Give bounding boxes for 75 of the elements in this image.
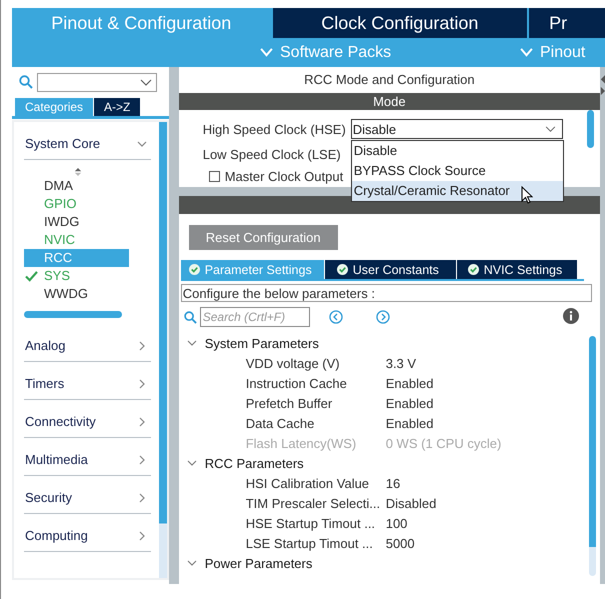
tree-group[interactable]: RCC Parameters: [180, 453, 582, 473]
tree-group[interactable]: Power Parameters: [180, 553, 582, 573]
hint-text: Configure the below parameters :: [180, 284, 592, 302]
category-item[interactable]: Multimedia: [24, 438, 151, 476]
chevron-icon: [136, 378, 147, 388]
chevron-down-icon: [260, 48, 273, 57]
parameter-name: TIM Prescaler Selecti...: [246, 496, 382, 510]
previous-icon[interactable]: [328, 310, 343, 324]
parameter-name: Instruction Cache: [246, 376, 348, 390]
section-header: Mode: [178, 93, 600, 110]
category-item[interactable]: Connectivity: [24, 400, 151, 438]
settings-tab[interactable]: User Constants: [324, 260, 456, 279]
peripheral-item[interactable]: IWDG: [24, 213, 129, 231]
parameter-value[interactable]: 100: [386, 516, 408, 530]
field-label: Low Speed Clock (LSE): [202, 146, 342, 162]
sort-icon: [74, 167, 82, 177]
parameter-name: Prefetch Buffer: [246, 396, 334, 410]
search-icon: [19, 75, 33, 89]
parameter-name: Flash Latency(WS): [246, 436, 358, 450]
parameter-name: LSE Startup Timout ...: [246, 536, 374, 550]
scrollbar[interactable]: [589, 336, 596, 576]
chevron-icon: [544, 126, 556, 132]
main-tab[interactable]: Clock Configuration: [272, 8, 528, 38]
parameter-value[interactable]: 3.3 V: [386, 356, 416, 370]
parameter-value[interactable]: Disabled: [386, 496, 436, 510]
parameter-value[interactable]: Enabled: [386, 416, 434, 430]
check-circle-icon: [468, 264, 479, 275]
parameter-name: HSE Startup Timout ...: [246, 516, 376, 530]
peripheral-item[interactable]: DMA: [24, 177, 129, 195]
chevron-down-icon: [520, 48, 533, 57]
parameter-name: Data Cache: [246, 416, 316, 430]
parameter-value[interactable]: 5000: [386, 536, 415, 550]
parameter-value[interactable]: Enabled: [386, 396, 434, 410]
dropdown-option[interactable]: BYPASS Clock Source: [352, 161, 563, 181]
check-circle-icon: [336, 264, 348, 275]
category-item[interactable]: Analog: [24, 324, 151, 362]
category-item[interactable]: Timers: [24, 362, 151, 400]
info-icon[interactable]: [562, 308, 579, 324]
dropdown-option[interactable]: Disable: [352, 141, 563, 161]
parameter-name: VDD voltage (V): [246, 356, 341, 370]
checkbox-label: Master Clock Output: [224, 169, 344, 184]
chevron-icon: [136, 138, 147, 148]
category-item[interactable]: System Core: [24, 122, 151, 160]
tree-group[interactable]: System Parameters: [180, 333, 582, 353]
settings-tab[interactable]: NVIC Settings: [456, 260, 577, 279]
category-item[interactable]: Security: [24, 476, 151, 514]
category-item[interactable]: Computing: [24, 514, 151, 552]
main-tab[interactable]: Pr: [529, 8, 605, 38]
checkbox[interactable]: [208, 171, 220, 182]
view-tab[interactable]: A->Z: [94, 98, 140, 116]
check-circle-icon: [188, 264, 200, 275]
splitter[interactable]: [168, 67, 179, 584]
peripheral-item[interactable]: WWDG: [24, 285, 129, 303]
chevron-icon: [136, 492, 147, 502]
search-icon: [184, 310, 197, 324]
chevron-icon: [186, 338, 197, 348]
chevron-icon: [136, 530, 147, 540]
panel-title: RCC Mode and Configuration: [178, 67, 600, 93]
chevron-icon: [186, 458, 197, 468]
next-icon[interactable]: [376, 310, 390, 324]
parameter-name: HSI Calibration Value: [246, 476, 370, 490]
search-combo[interactable]: [37, 72, 157, 92]
parameter-value[interactable]: Enabled: [386, 376, 434, 390]
chevron-down-icon: [140, 78, 152, 86]
field-label: High Speed Clock (HSE): [202, 122, 347, 136]
dropdown-option[interactable]: Crystal/Ceramic Resonator: [352, 181, 563, 201]
chevron-icon: [136, 340, 147, 350]
scrollbar[interactable]: [587, 110, 594, 148]
parameter-value[interactable]: 16: [386, 476, 400, 490]
chevron-icon: [136, 454, 147, 464]
scrollbar[interactable]: [24, 311, 122, 318]
search-field[interactable]: Search (Crtl+F): [200, 307, 310, 327]
chevron-icon: [136, 416, 147, 426]
chevron-icon: [186, 558, 197, 568]
scrollbar[interactable]: [158, 122, 167, 578]
